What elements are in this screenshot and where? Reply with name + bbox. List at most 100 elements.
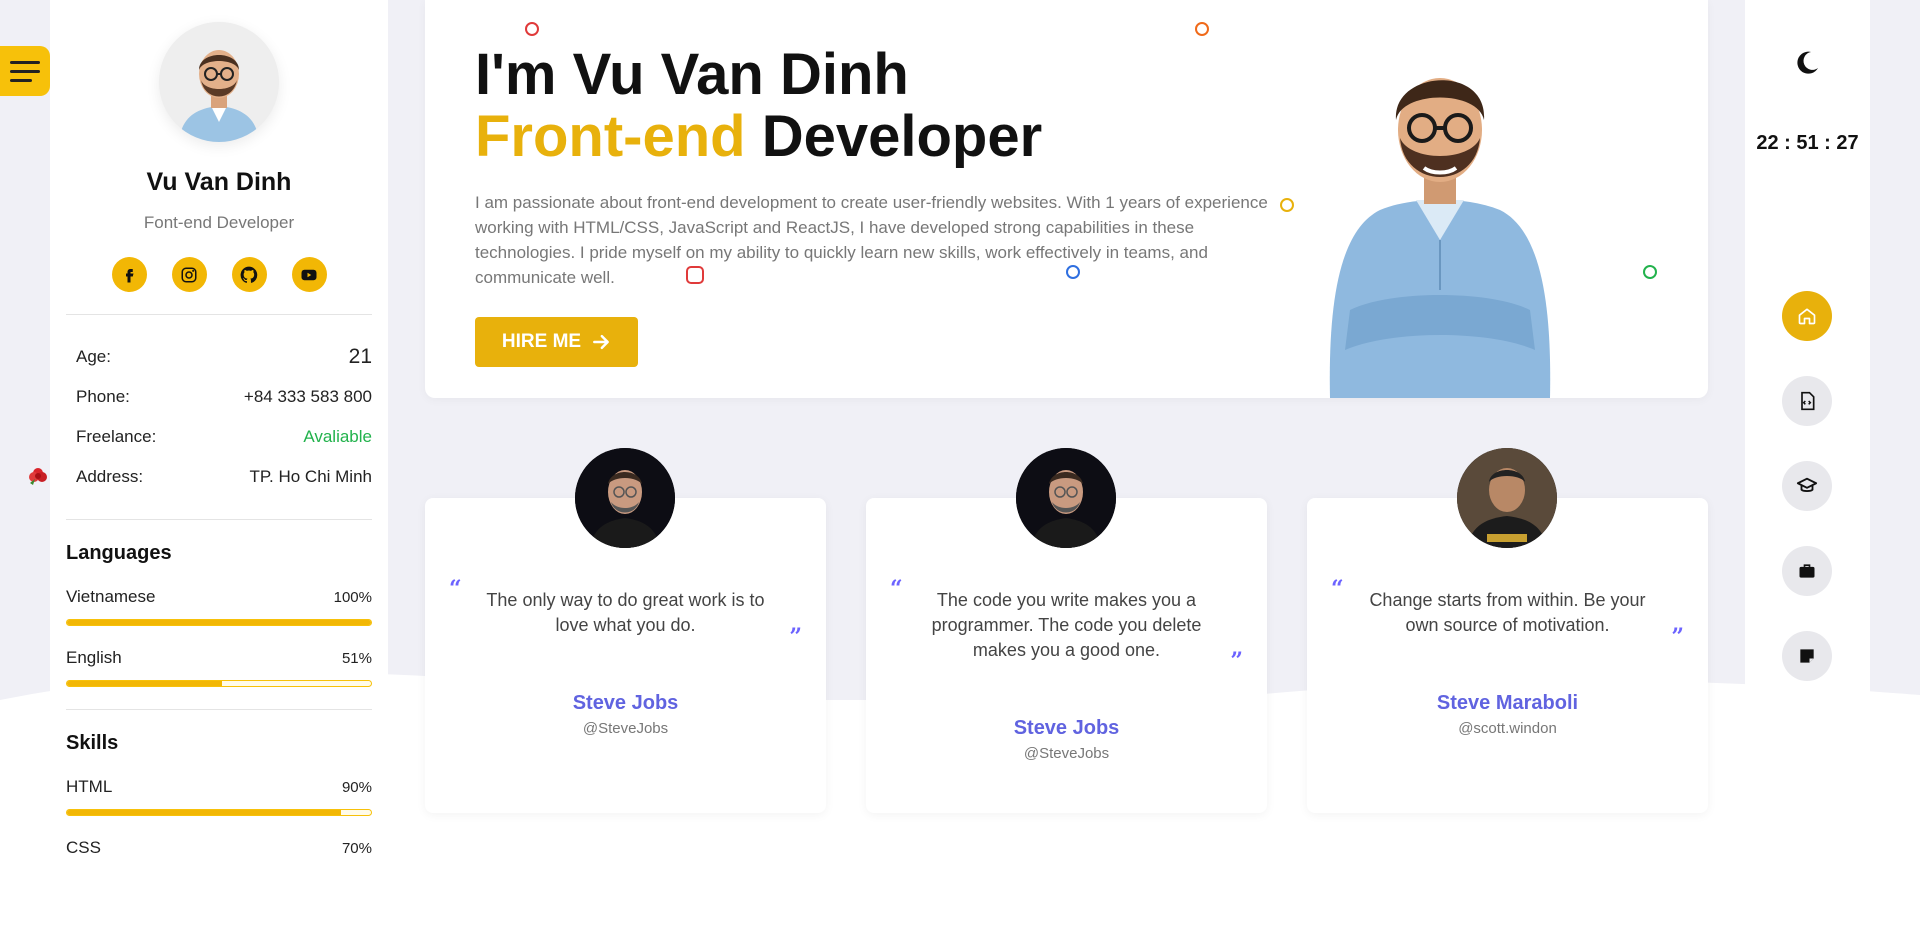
graduation-icon xyxy=(1796,477,1818,492)
quote-close-icon: ” xyxy=(789,624,802,650)
info-list: Age: 21 Phone: +84 333 583 800 Freelance… xyxy=(66,337,372,497)
language-percent: 51% xyxy=(341,650,372,667)
language-percent: 100% xyxy=(333,589,372,606)
info-value: 21 xyxy=(348,345,372,368)
language-name: English xyxy=(66,648,122,667)
decor-circle xyxy=(1280,198,1294,212)
divider xyxy=(66,709,372,710)
moon-icon[interactable] xyxy=(1792,48,1822,78)
progress-fill xyxy=(67,810,341,815)
quote-open-icon: “ xyxy=(1331,576,1344,602)
quote-close-icon: ” xyxy=(1671,624,1684,650)
language-name: Vietnamese xyxy=(66,587,156,606)
nav-projects-button[interactable] xyxy=(1782,376,1832,426)
quote-handle: @SteveJobs xyxy=(582,720,669,737)
progress-fill xyxy=(67,620,371,625)
progress-track xyxy=(66,680,372,687)
progress-fill xyxy=(67,681,223,686)
developer-portrait xyxy=(1329,78,1551,398)
decor-circle xyxy=(525,22,539,36)
nav-notes-button[interactable] xyxy=(1782,631,1832,681)
hire-me-label: HIRE ME xyxy=(501,331,582,352)
profile-name: Vu Van Dinh xyxy=(146,168,292,196)
youtube-icon xyxy=(301,269,317,280)
hero-title-rest: Developer xyxy=(745,104,1043,169)
info-row-age: Age: 21 xyxy=(66,337,372,377)
flower-icon xyxy=(29,468,47,485)
quote-text: Change starts from within. Be your own s… xyxy=(1369,590,1646,635)
clock: 22 : 51 : 27 xyxy=(1756,132,1859,154)
hero-section: I'm Vu Van Dinh Front-end Developer I am… xyxy=(425,0,1708,398)
info-value: +84 333 583 800 xyxy=(243,387,372,406)
home-icon xyxy=(1798,308,1816,325)
info-row-freelance: Freelance: Avaliable xyxy=(66,417,372,457)
facebook-icon xyxy=(126,268,134,282)
hero-title-accent: Front-end xyxy=(475,104,746,169)
info-label: Age: xyxy=(76,347,111,366)
menu-toggle-button[interactable] xyxy=(0,46,50,96)
author-avatar xyxy=(1457,448,1557,548)
hero-description: I am passionate about front-end developm… xyxy=(475,193,1268,287)
language-item: Vietnamese 100% xyxy=(66,587,372,626)
info-row-phone: Phone: +84 333 583 800 xyxy=(66,377,372,417)
quote-author: Steve Jobs xyxy=(572,692,679,714)
author-avatar xyxy=(1016,448,1116,548)
menu-line xyxy=(10,78,32,82)
menu-line xyxy=(10,60,40,64)
progress-track xyxy=(66,619,372,626)
briefcase-icon xyxy=(1799,564,1815,578)
skill-percent: 70% xyxy=(341,840,372,857)
decor-circle xyxy=(1066,265,1080,279)
github-link[interactable] xyxy=(231,257,267,292)
github-icon xyxy=(240,266,258,283)
progress-track xyxy=(66,809,372,816)
quote-text: The code you write makes you a programme… xyxy=(931,590,1202,660)
code-file-icon xyxy=(1801,391,1815,411)
hero-title-line1: I'm Vu Van Dinh xyxy=(475,42,909,107)
quote-close-icon: ” xyxy=(1230,648,1243,674)
hire-me-button[interactable]: HIRE ME xyxy=(475,317,638,367)
info-value: TP. Ho Chi Minh xyxy=(249,467,372,486)
hero-title: I'm Vu Van Dinh Front-end Developer xyxy=(475,44,1042,168)
decor-square xyxy=(686,266,704,284)
decor-circle xyxy=(1643,265,1657,279)
nav-experience-button[interactable] xyxy=(1782,546,1832,596)
languages-heading: Languages xyxy=(66,542,172,564)
right-nav-rail: 22 : 51 : 27 xyxy=(1745,0,1870,740)
quote-card: “ The code you write makes you a program… xyxy=(866,448,1267,813)
skill-name: HTML xyxy=(66,777,113,796)
author-avatar xyxy=(575,448,675,548)
info-label: Address: xyxy=(76,467,144,486)
quote-open-icon: “ xyxy=(890,576,903,602)
note-icon xyxy=(1800,649,1814,663)
info-label: Phone: xyxy=(76,387,130,406)
instagram-link[interactable] xyxy=(171,257,207,292)
social-links xyxy=(66,257,372,292)
profile-role: Font-end Developer xyxy=(143,213,295,232)
quote-text: The only way to do great work is to love… xyxy=(486,590,765,635)
quote-card: “ Change starts from within. Be your own… xyxy=(1307,448,1708,813)
divider xyxy=(66,314,372,315)
profile-avatar xyxy=(159,22,279,142)
divider xyxy=(66,519,372,520)
decor-circle xyxy=(1195,22,1209,36)
arrow-right-icon xyxy=(593,334,610,350)
profile-sidebar: Vu Van Dinh Font-end Developer Age: 21 P… xyxy=(50,0,388,926)
freelance-status: Avaliable xyxy=(303,427,372,446)
info-label: Freelance: xyxy=(76,427,157,446)
menu-line xyxy=(10,69,40,73)
skill-percent: 90% xyxy=(341,779,372,796)
nav-education-button[interactable] xyxy=(1782,461,1832,511)
quote-handle: @scott.windon xyxy=(1458,720,1557,737)
skill-name: CSS xyxy=(66,838,101,857)
facebook-link[interactable] xyxy=(111,257,147,292)
youtube-link[interactable] xyxy=(291,257,327,292)
quote-open-icon: “ xyxy=(449,576,462,602)
instagram-icon xyxy=(181,267,197,282)
info-row-address: Address: TP. Ho Chi Minh xyxy=(66,457,372,497)
skill-item: CSS 70% xyxy=(66,838,372,858)
language-item: English 51% xyxy=(66,648,372,687)
quote-author: Steve Maraboli xyxy=(1436,692,1579,714)
nav-home-button[interactable] xyxy=(1782,291,1832,341)
skill-item: HTML 90% xyxy=(66,777,372,816)
